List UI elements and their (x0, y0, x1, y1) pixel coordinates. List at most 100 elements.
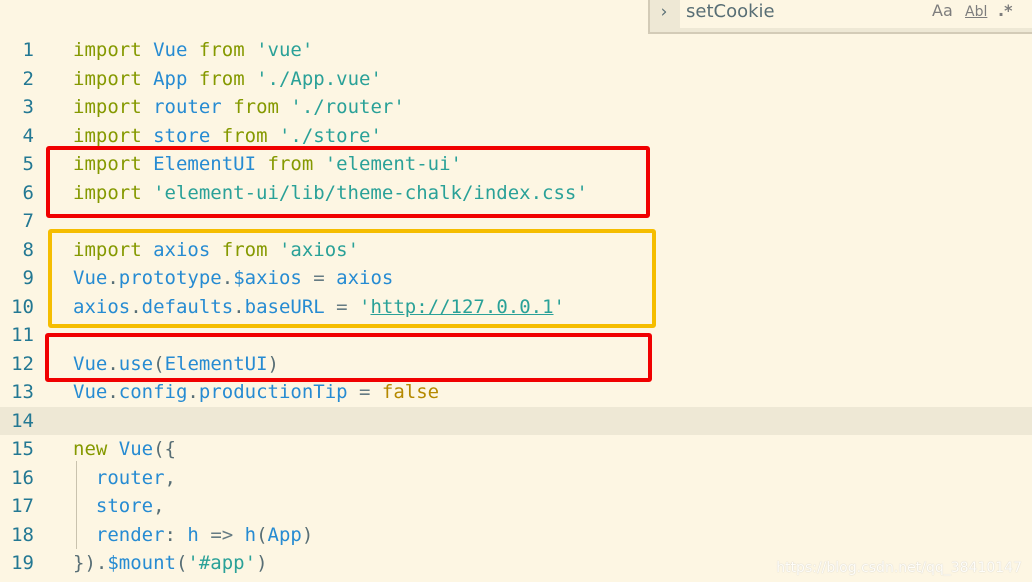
code-line[interactable]: 2 import App from './App.vue' (0, 65, 1032, 94)
code-text: render: h => h(App) (73, 521, 313, 550)
code-text: import App from './App.vue' (73, 65, 382, 94)
code-token: h (244, 523, 257, 546)
code-token: productionTip (198, 381, 348, 403)
code-token: Vue (73, 381, 108, 403)
code-token: = (347, 381, 382, 403)
code-token: from (198, 67, 245, 90)
code-text: router, (73, 464, 176, 493)
code-token: 'vue' (256, 39, 314, 61)
code-token: from (198, 39, 245, 61)
find-widget: › setCookie Aa Abl .* (648, 0, 1032, 34)
code-token: . (187, 381, 199, 403)
code-line[interactable]: 14 (0, 406, 1032, 435)
code-token: store (95, 495, 154, 517)
code-token: App (153, 67, 188, 90)
code-token: from (233, 96, 279, 118)
line-number: 19 (11, 552, 34, 574)
line-number: 4 (22, 124, 34, 147)
code-text: import router from './router' (73, 93, 405, 122)
toggle-replace-chevron-icon[interactable]: › (650, 0, 678, 30)
code-line[interactable]: 17 store, (0, 492, 1032, 521)
use-regex-button[interactable]: .* (998, 1, 1012, 23)
code-text: Vue.config.productionTip = false (73, 378, 439, 407)
code-text: new Vue({ (73, 435, 176, 464)
line-number: 17 (11, 495, 34, 517)
code-token: Vue (153, 39, 188, 61)
code-token: from (221, 124, 268, 147)
find-query-text: setCookie (686, 1, 775, 22)
highlight-box-axios-setup (48, 229, 656, 328)
code-text: }).$mount('#app') (73, 549, 268, 578)
match-whole-word-button[interactable]: Abl (964, 1, 988, 25)
code-token: Vue (118, 438, 154, 460)
code-line[interactable]: 1 import Vue from 'vue' (0, 36, 1032, 65)
line-number: 15 (11, 438, 34, 460)
code-token: ( (175, 552, 188, 574)
code-token: router (95, 466, 165, 489)
line-number: 16 (11, 466, 34, 489)
code-line[interactable]: 3 import router from './router' (0, 93, 1032, 122)
code-line[interactable]: 18 render: h => h(App) (0, 521, 1032, 550)
code-token: ({ (153, 438, 176, 460)
line-number: 7 (22, 210, 34, 232)
indent-guide (76, 461, 77, 549)
line-number: 11 (11, 324, 34, 346)
line-number: 8 (22, 238, 34, 261)
line-number: 5 (22, 153, 34, 175)
code-text: import Vue from 'vue' (73, 36, 313, 65)
code-line[interactable]: 13 Vue.config.productionTip = false (0, 378, 1032, 407)
code-token: import (73, 39, 142, 61)
code-token: '#app' (187, 552, 257, 574)
highlight-box-element-ui-imports (46, 146, 650, 218)
code-token: => (198, 523, 245, 546)
code-token: false (381, 381, 440, 403)
code-token: . (107, 381, 119, 403)
match-case-button[interactable]: Aa (932, 1, 953, 23)
line-number: 9 (22, 267, 34, 289)
code-line[interactable]: 15 new Vue({ (0, 435, 1032, 464)
code-token: , (153, 495, 165, 517)
code-token: new (73, 438, 108, 460)
code-token: store (153, 124, 211, 147)
code-token: import (73, 67, 142, 90)
code-token: './router' (290, 96, 405, 118)
highlight-box-vue-use (45, 333, 652, 382)
line-number: 14 (11, 409, 34, 432)
line-number: 18 (11, 523, 34, 546)
watermark-text: https://blog.csdn.net/qq_38410147 (776, 560, 1022, 576)
line-number: 6 (22, 181, 34, 204)
code-token: : (164, 523, 188, 546)
code-token: , (164, 466, 176, 489)
code-token: }). (73, 552, 108, 574)
code-line[interactable]: 16 router, (0, 464, 1032, 493)
code-token: App (267, 523, 302, 546)
code-token: ) (301, 523, 314, 546)
code-token: ) (256, 552, 268, 574)
line-number: 13 (11, 381, 34, 403)
code-token: $mount (107, 552, 176, 574)
find-input[interactable]: setCookie Aa Abl .* (680, 0, 1032, 28)
code-token: render (95, 523, 165, 546)
code-token: config (118, 381, 188, 403)
code-token: h (187, 523, 199, 546)
code-token: './App.vue' (256, 67, 382, 90)
code-token: import (73, 96, 142, 118)
line-number: 1 (22, 39, 34, 61)
code-token: import (73, 124, 142, 147)
line-number: 12 (11, 352, 34, 375)
line-number: 2 (22, 67, 34, 90)
code-token: './store' (278, 124, 382, 147)
line-number: 3 (22, 96, 34, 118)
